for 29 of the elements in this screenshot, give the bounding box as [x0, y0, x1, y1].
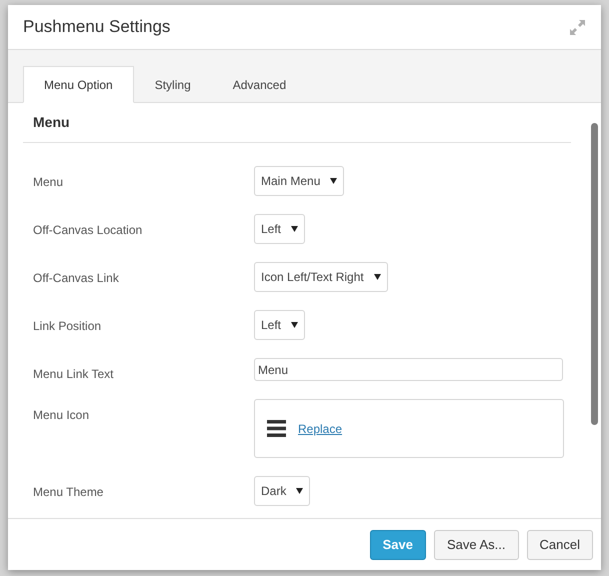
- section-title: Menu: [33, 113, 70, 132]
- field-label: Off-Canvas Link: [33, 271, 120, 285]
- caret-icon: [330, 178, 338, 184]
- dialog-button[interactable]: Cancel: [526, 530, 593, 560]
- dialog-button[interactable]: Save As...: [434, 530, 519, 560]
- dropdown[interactable]: Dark: [254, 476, 310, 506]
- scrollbar-thumb[interactable]: [591, 123, 598, 425]
- window-title: Pushmenu Settings: [23, 16, 170, 38]
- field-label: Menu Icon: [33, 408, 90, 422]
- field-label: Menu Theme: [33, 485, 104, 499]
- caret-icon: [296, 488, 304, 494]
- caret-icon: [374, 274, 381, 280]
- field-label: Menu: [33, 175, 64, 189]
- dropdown[interactable]: Main Menu: [254, 166, 344, 196]
- dropdown[interactable]: Icon Left/Text Right: [254, 262, 388, 292]
- tab[interactable]: Menu Option: [23, 66, 134, 103]
- caret-icon: [291, 322, 298, 328]
- menu-icon: [267, 419, 286, 438]
- dropdown[interactable]: Left: [254, 214, 306, 244]
- input-field[interactable]: Menu: [254, 358, 563, 381]
- field-label: Off-Canvas Location: [33, 223, 144, 237]
- dropdown[interactable]: Left: [254, 310, 306, 340]
- field-label: Menu Link Text: [33, 367, 114, 381]
- caret-icon: [291, 226, 298, 232]
- expand-icon[interactable]: [569, 18, 586, 36]
- tab[interactable]: Advanced: [212, 66, 308, 103]
- replace-link[interactable]: Replace: [298, 420, 342, 438]
- tab[interactable]: Styling: [134, 66, 212, 103]
- field-label: Link Position: [33, 319, 102, 333]
